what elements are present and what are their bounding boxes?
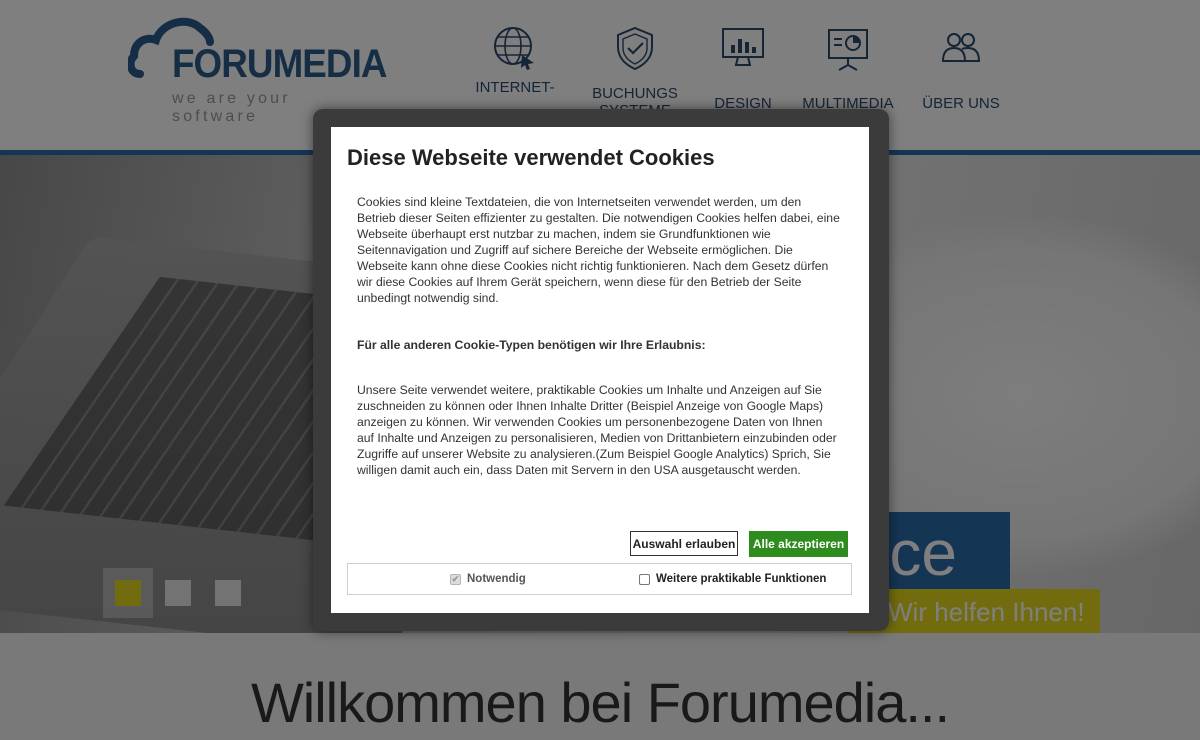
- checkbox-practical-functions[interactable]: Weitere praktikable Funktionen: [639, 573, 826, 585]
- cookie-consent-dialog: Diese Webseite verwendet Cookies Cookies…: [331, 127, 869, 613]
- checkbox-practical-label[interactable]: Weitere praktikable Funktionen: [656, 573, 826, 585]
- cookie-dialog-body: Cookies sind kleine Textdateien, die von…: [357, 194, 841, 477]
- accept-all-button[interactable]: Alle akzeptieren: [749, 531, 848, 557]
- checkbox-necessary: ✔ Notwendig: [450, 573, 526, 585]
- allow-selection-button[interactable]: Auswahl erlauben: [630, 531, 738, 556]
- checkbox-practical-box[interactable]: [639, 573, 650, 585]
- checkbox-necessary-label: Notwendig: [467, 573, 526, 585]
- cookie-optional-paragraph: Unsere Seite verwendet weitere, praktika…: [357, 383, 837, 477]
- cookie-info-paragraph: Cookies sind kleine Textdateien, die von…: [357, 195, 840, 305]
- cookie-dialog-title: Diese Webseite verwendet Cookies: [347, 145, 715, 170]
- checkbox-necessary-box: ✔: [450, 573, 461, 585]
- cookie-permission-heading: Für alle anderen Cookie-Typen benötigen …: [357, 338, 706, 352]
- cookie-options-bar: ✔ Notwendig Weitere praktikable Funktion…: [347, 563, 852, 595]
